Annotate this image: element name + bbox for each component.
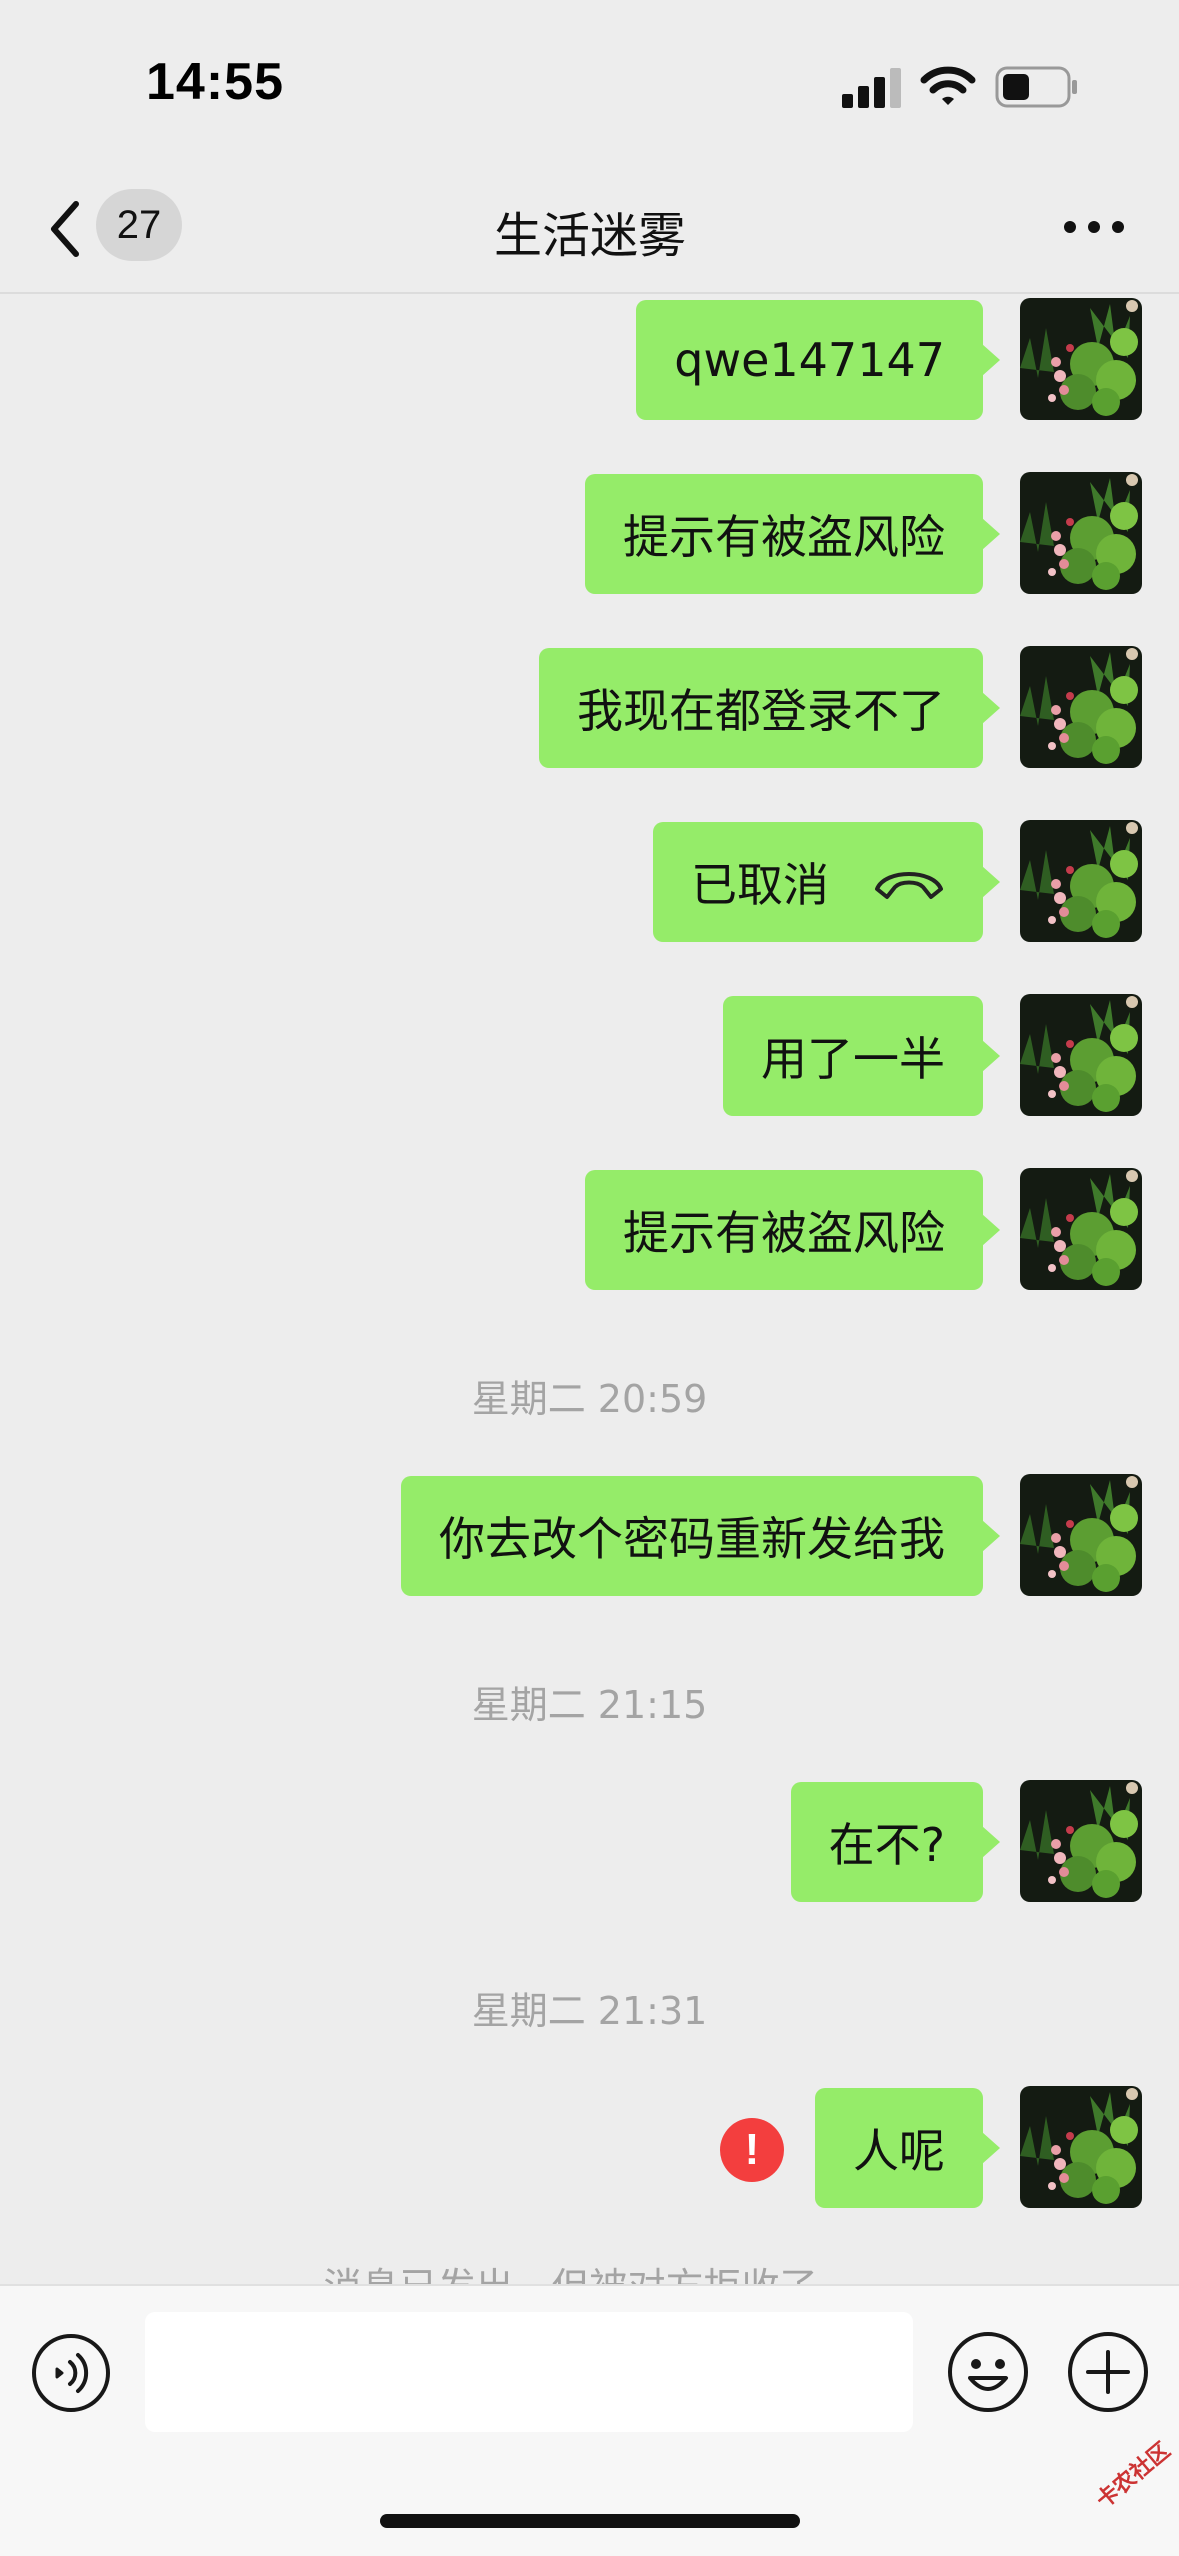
avatar[interactable] <box>1020 820 1142 942</box>
wifi-icon <box>920 66 976 105</box>
avatar[interactable] <box>1020 994 1142 1116</box>
message-row: 用了一半 <box>0 994 1179 1118</box>
avatar[interactable] <box>1020 1474 1142 1596</box>
home-indicator <box>380 2514 800 2528</box>
send-failed-exclamation-icon[interactable]: ! <box>720 2118 784 2182</box>
nav-bar: 27 生活迷雾 <box>0 170 1179 294</box>
message-text: 用了一半 <box>761 1032 945 1086</box>
message-row: 我现在都登录不了 <box>0 646 1179 770</box>
message-text: 在不? <box>828 1818 945 1872</box>
message-row: 提示有被盗风险 <box>0 472 1179 596</box>
avatar[interactable] <box>1020 2086 1142 2208</box>
more-options-icon[interactable] <box>1062 212 1126 242</box>
message-text: 已取消 <box>691 858 829 912</box>
message-text: 我现在都登录不了 <box>577 684 945 738</box>
time-separator: 星期二 20:59 <box>471 1377 708 1421</box>
avatar[interactable] <box>1020 298 1142 420</box>
status-bar: 14:55 <box>0 0 1179 170</box>
battery-icon <box>995 66 1077 108</box>
avatar[interactable] <box>1020 472 1142 594</box>
avatar[interactable] <box>1020 646 1142 768</box>
message-text: 提示有被盗风险 <box>623 1206 945 1260</box>
message-text: qwe147147 <box>674 333 945 387</box>
back-chevron-icon[interactable] <box>46 198 86 260</box>
message-row: 你去改个密码重新发给我 <box>0 1474 1179 1598</box>
message-text: 提示有被盗风险 <box>623 510 945 564</box>
message-text: 你去改个密码重新发给我 <box>439 1512 945 1566</box>
avatar[interactable] <box>1020 1168 1142 1290</box>
message-bubble[interactable]: 人呢 <box>815 2088 1000 2208</box>
phone-hangup-icon <box>875 872 943 899</box>
message-row: 在不? <box>0 1780 1179 1904</box>
message-row: 提示有被盗风险 <box>0 1168 1179 1292</box>
message-bubble[interactable]: 在不? <box>790 1782 1001 1902</box>
message-bubble[interactable]: 用了一半 <box>723 996 1000 1116</box>
message-row: qwe147147 <box>0 298 1179 422</box>
message-bubble[interactable]: 你去改个密码重新发给我 <box>401 1476 1000 1596</box>
call-record-bubble[interactable]: 已取消 <box>653 822 1000 942</box>
message-input[interactable] <box>145 2312 913 2432</box>
voice-icon[interactable] <box>30 2332 112 2414</box>
plus-icon[interactable] <box>1066 2330 1150 2414</box>
time-separator: 星期二 21:15 <box>471 1683 708 1727</box>
cellular-signal-icon <box>842 68 901 108</box>
message-bubble[interactable]: 提示有被盗风险 <box>585 1170 1000 1290</box>
avatar[interactable] <box>1020 1780 1142 1902</box>
message-bubble[interactable]: 我现在都登录不了 <box>539 648 1000 768</box>
message-row: 已取消 <box>0 820 1179 944</box>
message-row: ! 人呢 <box>0 2086 1179 2210</box>
time-separator: 星期二 21:31 <box>471 1989 708 2033</box>
message-text: 人呢 <box>853 2124 945 2178</box>
chat-title: 生活迷雾 <box>493 208 686 264</box>
message-list[interactable]: qwe147147 提示有被盗风险 我现在都登录不了 已取消 用了一半 提示有被… <box>0 296 1179 2284</box>
emoji-icon[interactable] <box>946 2330 1030 2414</box>
unread-count-badge[interactable]: 27 <box>96 189 182 261</box>
message-bubble[interactable]: 提示有被盗风险 <box>585 474 1000 594</box>
system-notice: 消息已发出，但被对方拒收了。 <box>0 2256 1179 2284</box>
message-bubble[interactable]: qwe147147 <box>636 300 1000 420</box>
status-time: 14:55 <box>146 53 284 111</box>
